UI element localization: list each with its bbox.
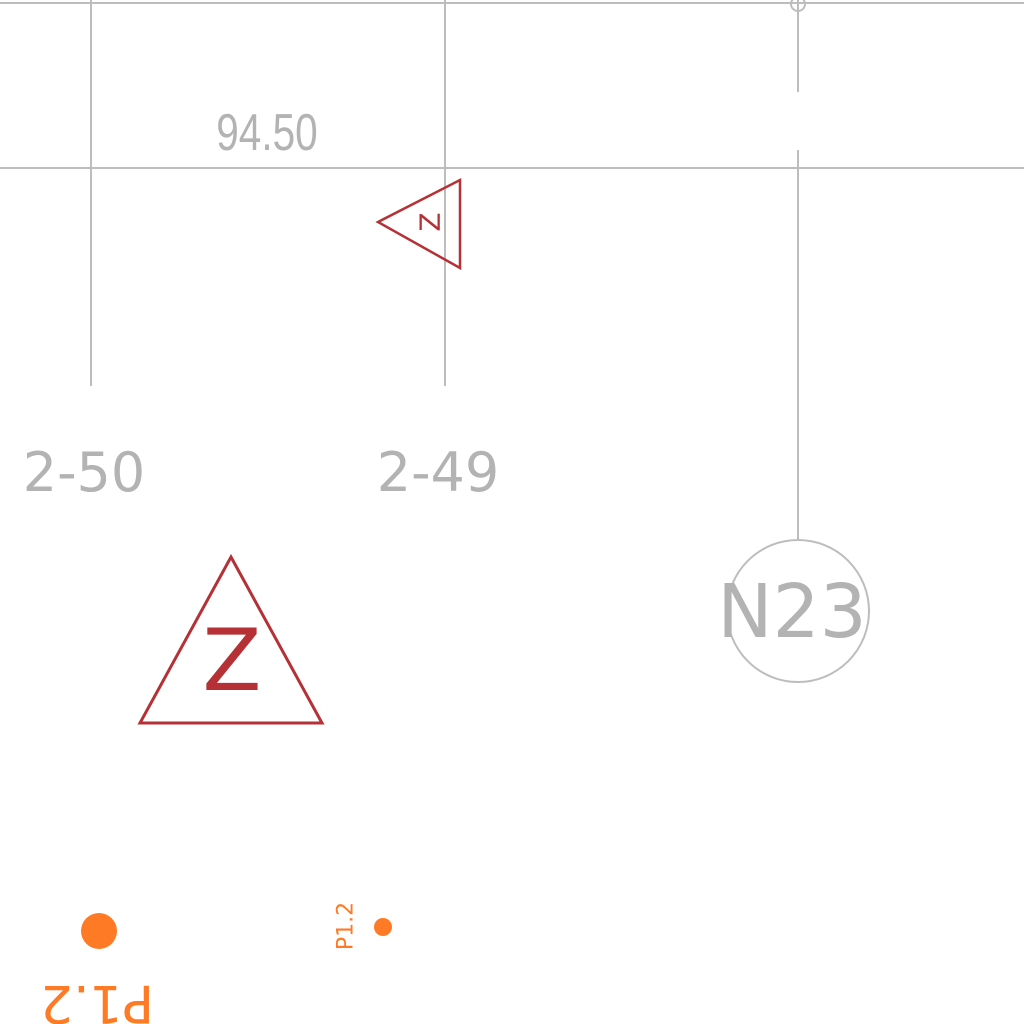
point-dot-icon: [374, 918, 392, 936]
point-dot-icon: [81, 913, 117, 949]
large-triangle-marker[interactable]: Z: [137, 553, 325, 725]
grid-lines: [0, 0, 1024, 540]
grid-label-2-50: 2-50: [23, 441, 146, 504]
point-right[interactable]: P1.2: [334, 902, 393, 950]
node-n23[interactable]: N23: [717, 539, 870, 683]
small-triangle-marker[interactable]: Z: [375, 177, 462, 271]
grid-label-2-49: 2-49: [377, 441, 500, 504]
node-label: N23: [717, 569, 867, 655]
dimension-value: 94.50: [216, 103, 317, 161]
small-triangle-letter: Z: [414, 212, 447, 231]
point-left[interactable]: P1.2: [40, 913, 154, 1024]
large-triangle-letter: Z: [203, 611, 262, 711]
drawing-canvas: 94.50 2-50 2-49 Z Z N23 P1.2 P1.2: [0, 0, 1024, 1024]
point-right-label: P1.2: [334, 902, 359, 950]
point-left-label: P1.2: [40, 973, 154, 1024]
